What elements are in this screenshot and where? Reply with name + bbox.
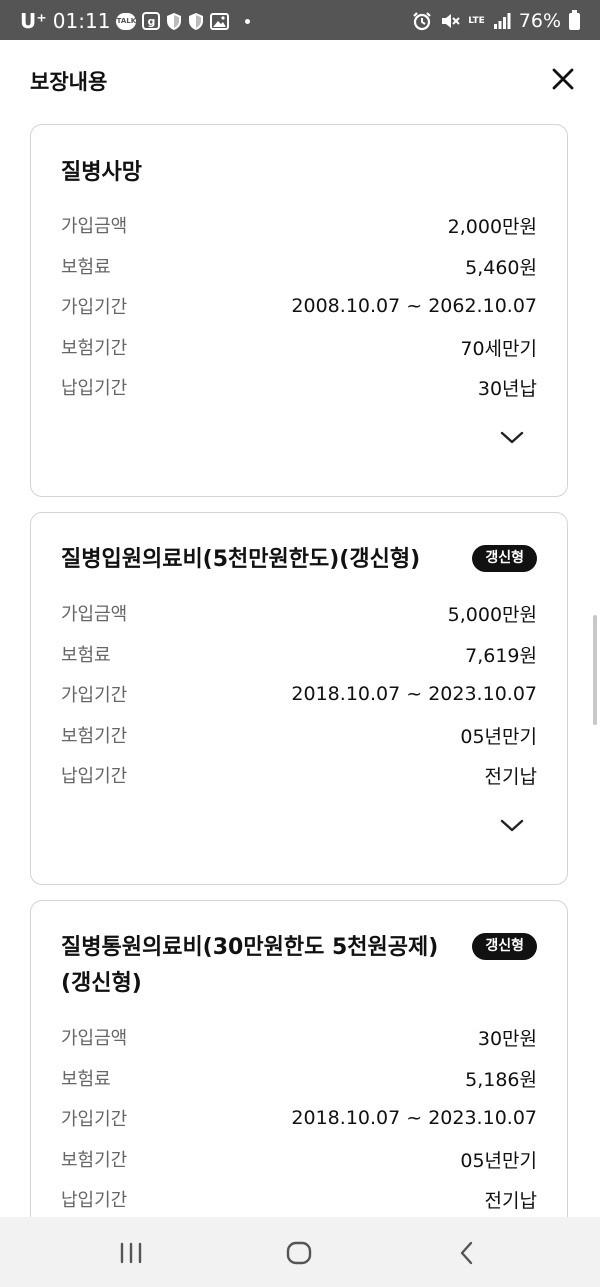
home-button[interactable]: [284, 1239, 314, 1267]
coverage-row-amount: 가입금액 30만원: [61, 1023, 537, 1051]
row-value: 05년만기: [460, 725, 537, 748]
coverage-row-amount: 가입금액 2,000만원: [61, 211, 537, 239]
row-label: 납입기간: [61, 766, 128, 787]
row-value: 2,000만원: [447, 215, 537, 238]
status-time: 01:11: [52, 9, 111, 33]
carrier-label: U⁺: [20, 9, 47, 33]
coverage-row-coverage-period: 보험기간 05년만기: [61, 721, 537, 749]
row-label: 보험료: [61, 645, 111, 666]
row-label: 납입기간: [61, 378, 128, 399]
coverage-title: 질병통원의료비(30만원한도 5천원공제)(갱신형): [61, 935, 439, 996]
close-icon: [552, 68, 574, 90]
coverage-title: 질병입원의료비(5천만원한도)(갱신형): [61, 547, 421, 572]
row-label: 보험기간: [61, 726, 128, 747]
chevron-down-icon: [500, 819, 524, 832]
row-label: 가입금액: [61, 604, 128, 625]
g-app-icon: g: [142, 12, 161, 30]
shield-icon: [188, 12, 204, 31]
coverage-row-premium: 보험료 7,619원: [61, 640, 537, 668]
row-label: 보험료: [61, 257, 111, 278]
coverage-card: 질병사망 가입금액 2,000만원 보험료 5,460원 가입기간 2008.1…: [30, 124, 568, 497]
coverage-row-coverage-period: 보험기간 05년만기: [61, 1145, 537, 1173]
row-value: 5,000만원: [447, 603, 537, 626]
recent-apps-icon: [120, 1242, 142, 1264]
row-label: 납입기간: [61, 1190, 128, 1211]
expand-button[interactable]: [499, 817, 525, 835]
gallery-icon: [210, 12, 230, 30]
row-label: 가입기간: [61, 297, 128, 318]
row-label: 보험료: [61, 1069, 111, 1090]
renewal-badge: 갱신형: [472, 933, 537, 960]
mute-icon: [440, 11, 460, 31]
status-right: LTE 76%: [412, 8, 580, 34]
row-value: 30만원: [477, 1027, 537, 1050]
row-value: 05년만기: [460, 1149, 537, 1172]
page-header: 보장내용: [0, 40, 600, 120]
row-value: 7,619원: [465, 644, 537, 667]
coverage-title: 질병사망: [61, 160, 142, 185]
lte-icon: LTE: [468, 15, 485, 26]
renewal-badge: 갱신형: [472, 545, 537, 572]
page-title: 보장내용: [30, 70, 108, 94]
row-value: 전기납: [484, 1189, 537, 1212]
coverage-row-coverage-period: 보험기간 70세만기: [61, 333, 537, 361]
back-icon: [460, 1241, 473, 1265]
signal-icon: [493, 12, 511, 30]
coverage-row-amount: 가입금액 5,000만원: [61, 599, 537, 627]
coverage-row-join-period: 가입기간 2018.10.07 ~ 2023.10.07: [61, 1104, 537, 1132]
close-button[interactable]: [548, 64, 578, 94]
notification-dot-icon: [245, 18, 251, 24]
back-button[interactable]: [452, 1239, 482, 1267]
coverage-row-join-period: 가입기간 2008.10.07 ~ 2062.10.07: [61, 292, 537, 320]
coverage-row-payment-period: 납입기간 전기납: [61, 1185, 537, 1213]
alarm-icon: [412, 11, 432, 31]
kakaotalk-icon: TALK: [116, 12, 137, 30]
coverage-row-payment-period: 납입기간 30년납: [61, 373, 537, 401]
row-value: 30년납: [477, 377, 537, 400]
row-label: 가입기간: [61, 685, 128, 706]
row-label: 가입기간: [61, 1109, 128, 1130]
home-icon: [286, 1241, 312, 1265]
row-value: 5,186원: [465, 1068, 537, 1091]
scrollbar[interactable]: [593, 615, 597, 725]
coverage-card: 질병입원의료비(5천만원한도)(갱신형) 갱신형 가입금액 5,000만원 보험…: [30, 512, 568, 885]
status-bar: U⁺ 01:11 TALK g LTE 76%: [0, 0, 600, 40]
status-left: U⁺ 01:11 TALK g: [20, 8, 251, 34]
coverage-row-premium: 보험료 5,186원: [61, 1064, 537, 1092]
coverage-row-premium: 보험료 5,460원: [61, 252, 537, 280]
navigation-bar: [0, 1217, 600, 1287]
row-value: 70세만기: [460, 337, 537, 360]
row-label: 보험기간: [61, 1150, 128, 1171]
row-value: 전기납: [484, 765, 537, 788]
row-value: 2018.10.07 ~ 2023.10.07: [291, 1107, 537, 1129]
row-value: 2008.10.07 ~ 2062.10.07: [291, 295, 537, 317]
battery-percent: 76%: [518, 10, 561, 32]
row-label: 가입금액: [61, 1028, 128, 1049]
row-label: 보험기간: [61, 338, 128, 359]
row-value: 5,460원: [465, 256, 537, 279]
expand-button[interactable]: [499, 429, 525, 447]
battery-icon: [569, 9, 580, 30]
chevron-down-icon: [500, 431, 524, 444]
row-label: 가입금액: [61, 216, 128, 237]
coverage-row-join-period: 가입기간 2018.10.07 ~ 2023.10.07: [61, 680, 537, 708]
shield-icon: [166, 12, 182, 31]
recent-apps-button[interactable]: [116, 1239, 146, 1267]
coverage-row-payment-period: 납입기간 전기납: [61, 761, 537, 789]
row-value: 2018.10.07 ~ 2023.10.07: [291, 683, 537, 705]
